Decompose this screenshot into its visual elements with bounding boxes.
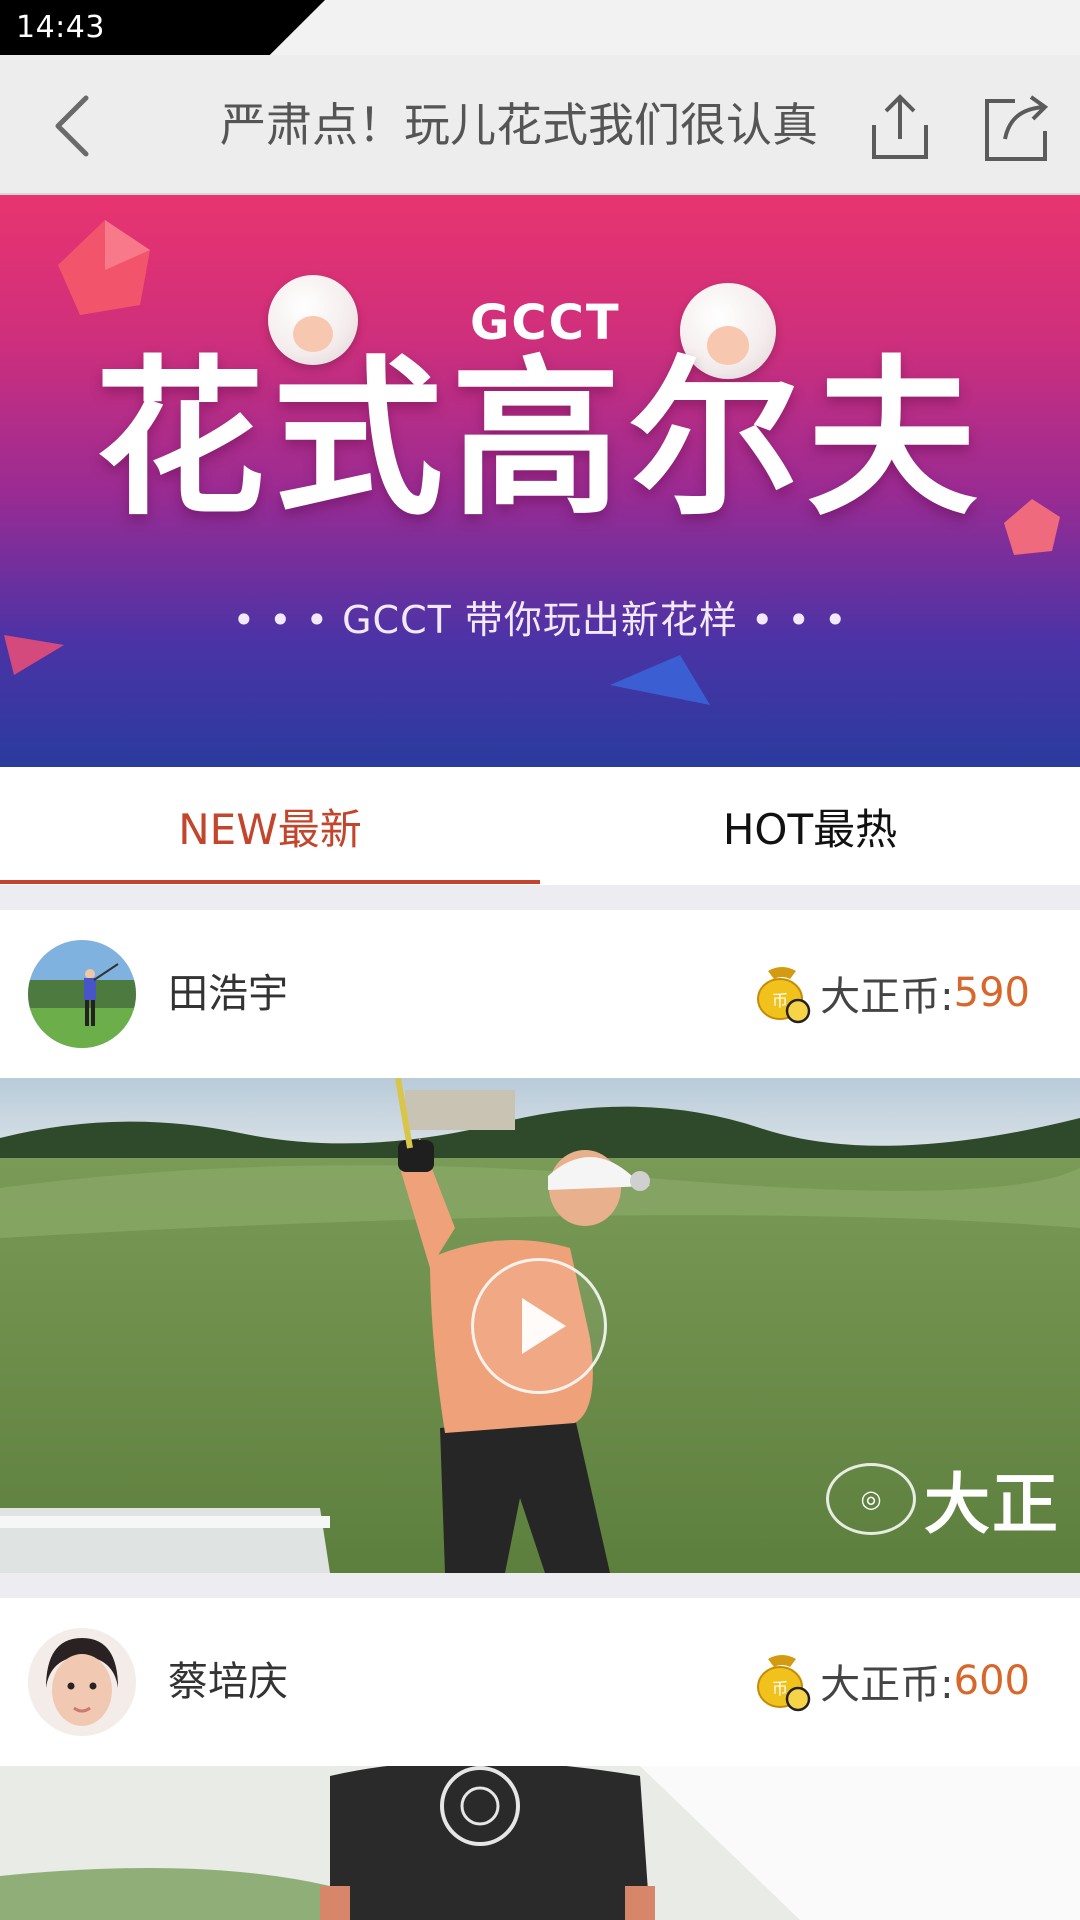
tab-new[interactable]: NEW最新 bbox=[0, 767, 540, 885]
active-tab-indicator bbox=[0, 880, 540, 884]
triangle-decoration-icon bbox=[610, 655, 710, 705]
post-header: 蔡培庆 币 大正币: 600 bbox=[0, 1598, 1080, 1766]
gem-decoration-icon bbox=[58, 220, 150, 315]
top-bar: 严肃点！玩儿花式我们很认真 bbox=[0, 55, 1080, 195]
upload-button[interactable] bbox=[860, 87, 940, 167]
svg-text:币: 币 bbox=[772, 991, 788, 1010]
avatar[interactable] bbox=[28, 1628, 136, 1736]
brand-watermark: ◎ 大正 bbox=[826, 1451, 1060, 1547]
post-header: 田浩宇 币 大正币: 590 bbox=[0, 910, 1080, 1078]
chevron-left-icon bbox=[55, 95, 89, 157]
user-name: 田浩宇 bbox=[168, 971, 288, 1017]
video-thumbnail[interactable]: ◎ 大正 bbox=[0, 1078, 1080, 1573]
avatar[interactable] bbox=[28, 940, 136, 1048]
tab-bar: NEW最新 HOT最热 bbox=[0, 767, 1080, 885]
play-icon bbox=[522, 1298, 566, 1354]
play-button[interactable] bbox=[471, 1258, 607, 1394]
coin-value: 600 bbox=[953, 1658, 1030, 1704]
coin-bag-icon: 币 bbox=[757, 1655, 811, 1712]
user-name: 蔡培庆 bbox=[168, 1659, 288, 1705]
coin-balance: 币 大正币: 600 bbox=[750, 1648, 1030, 1714]
watermark-text: 大正 bbox=[924, 1466, 1060, 1543]
banner-headline: 花式高尔夫 bbox=[94, 341, 985, 539]
share-icon bbox=[985, 95, 1049, 161]
brand-seal-icon: ◎ bbox=[826, 1463, 916, 1535]
tab-hot[interactable]: HOT最热 bbox=[540, 767, 1080, 885]
promo-banner[interactable]: GCCT 花式高尔夫 • • • GCCT 带你玩出新花样 • • • bbox=[0, 195, 1080, 767]
back-button[interactable] bbox=[26, 80, 118, 172]
page-title: 严肃点！玩儿花式我们很认真 bbox=[220, 98, 818, 152]
coin-label: 大正币: bbox=[820, 1662, 954, 1708]
coin-bag-icon: 币 bbox=[757, 967, 811, 1024]
upload-icon bbox=[872, 94, 928, 159]
coin-balance: 币 大正币: 590 bbox=[750, 960, 1030, 1026]
coin-label: 大正币: bbox=[820, 974, 954, 1020]
svg-text:币: 币 bbox=[772, 1679, 788, 1698]
banner-subtitle: • • • GCCT 带你玩出新花样 • • • bbox=[232, 598, 848, 642]
app-screen: 14:43 严肃点！玩儿花式我们很认真 GCCT 花式高尔夫 • • • GCC… bbox=[0, 0, 1080, 1920]
coin-value: 590 bbox=[953, 970, 1030, 1016]
status-time: 14:43 bbox=[16, 10, 105, 45]
share-button[interactable] bbox=[975, 87, 1055, 167]
video-thumbnail[interactable] bbox=[0, 1766, 1080, 1920]
status-bar: 14:43 bbox=[0, 0, 1080, 55]
